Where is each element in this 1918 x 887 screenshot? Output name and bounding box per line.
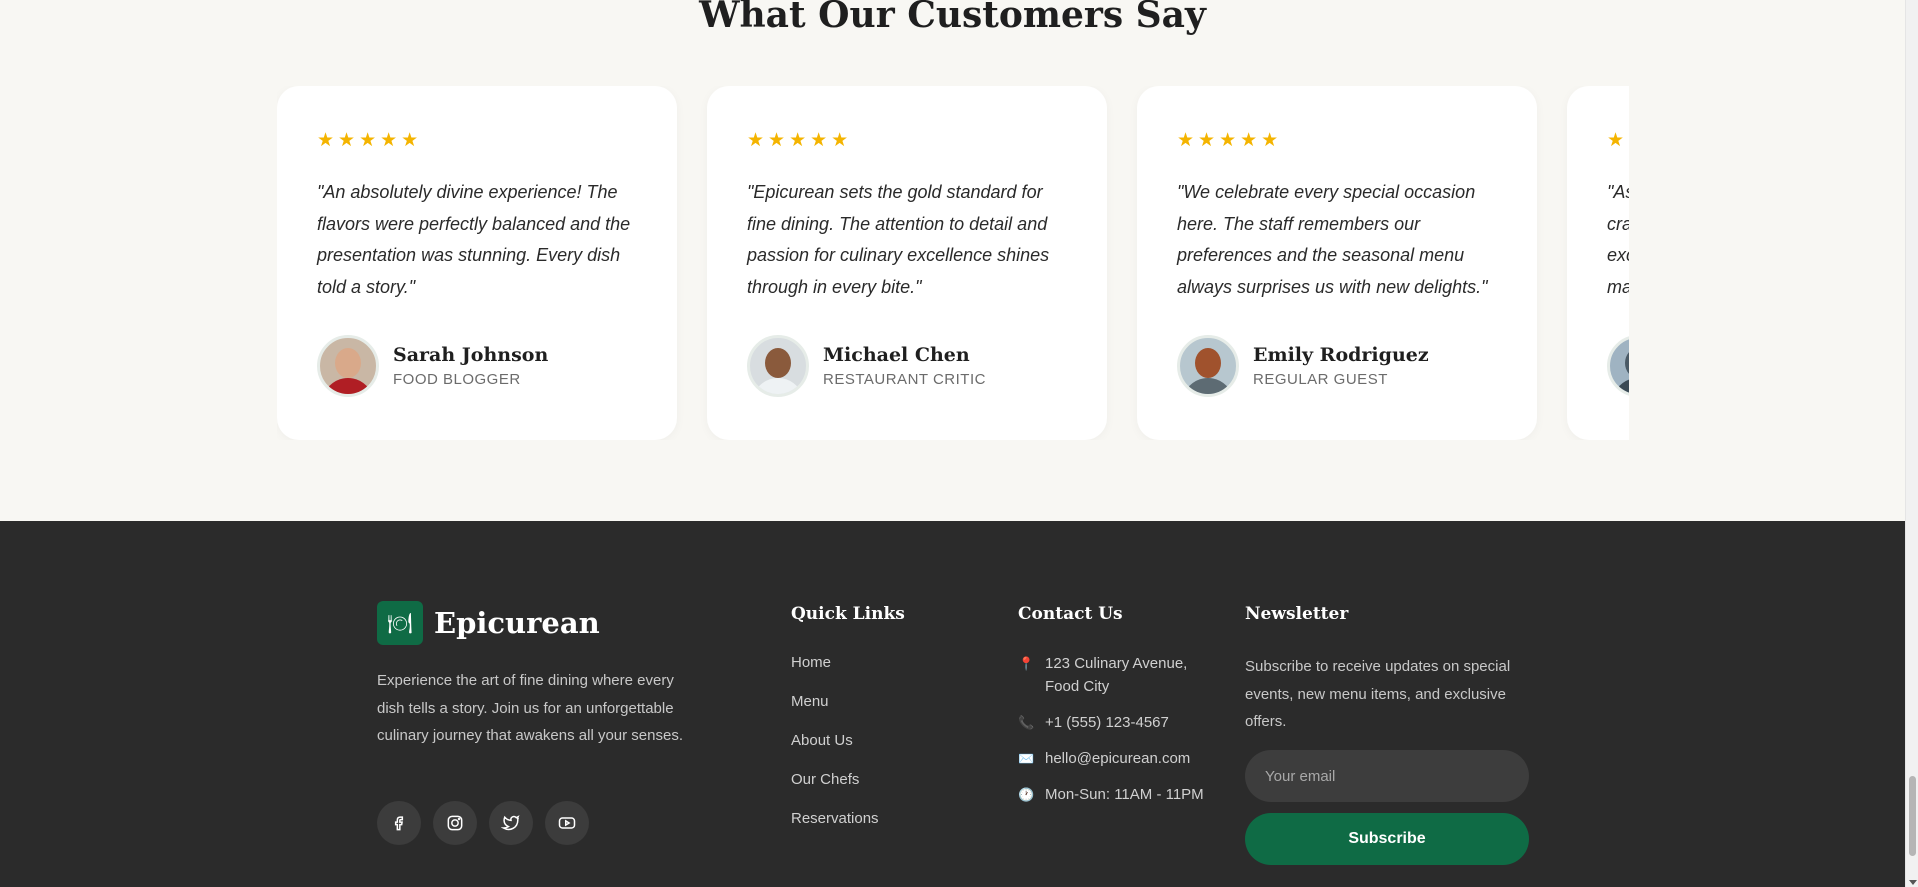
testimonial-author [1607,335,1629,397]
star-rating: ★★★★★ [747,130,853,151]
twitter-icon[interactable] [489,801,533,845]
page-scrollbar[interactable] [1905,0,1918,887]
avatar [1607,335,1629,397]
site-footer: 🍽 Epicurean Experience the art of fine d… [0,521,1905,887]
author-role: REGULAR GUEST [1253,371,1388,388]
footer-link-home[interactable]: Home [791,654,879,693]
contact-title: Contact Us [1018,604,1123,624]
email-field[interactable] [1245,750,1529,802]
testimonial-quote: "An absolutely divine experience! The fl… [317,182,631,297]
author-role: RESTAURANT CRITIC [823,371,986,388]
author-role: FOOD BLOGGER [393,371,521,388]
footer-link-reservations[interactable]: Reservations [791,810,879,849]
author-name: Emily Rodriguez [1253,344,1429,366]
testimonials-section: What Our Customers Say ★★★★★ "An absolut… [0,0,1905,521]
facebook-icon[interactable] [377,801,421,845]
testimonial-author: Emily Rodriguez REGULAR GUEST [1177,335,1497,397]
footer-link-about[interactable]: About Us [791,732,879,771]
contact-address: 📍 123 Culinary Avenue, Food City [1018,652,1218,698]
section-title: What Our Customers Say [699,0,1206,36]
testimonial-carousel[interactable]: ★★★★★ "An absolutely divine experience! … [277,86,1629,440]
brand-name: Epicurean [434,606,600,640]
plate-cutlery-icon: 🍽 [377,601,423,645]
instagram-icon[interactable] [433,801,477,845]
contact-email[interactable]: ✉️ hello@epicurean.com [1018,747,1218,770]
testimonial-quote: "As cra exc ma [1607,182,1629,297]
testimonial-quote: "Epicurean sets the gold standard for fi… [747,182,1050,297]
testimonial-card: ★★★★★ "We celebrate every special occasi… [1137,86,1537,440]
author-name: Sarah Johnson [393,344,549,366]
avatar [747,335,809,397]
testimonial-card: ★★★★★ "Epicurean sets the gold standard … [707,86,1107,440]
envelope-icon: ✉️ [1018,751,1035,766]
newsletter-description: Subscribe to receive updates on special … [1245,658,1511,730]
scroll-down-arrow-icon[interactable] [1909,880,1917,885]
location-pin-icon: 📍 [1018,656,1035,671]
star-rating: ★★★★★ [1177,130,1283,151]
testimonial-quote: "We celebrate every special occasion her… [1177,182,1488,297]
quick-links: Home Menu About Us Our Chefs Reservation… [791,654,879,849]
scrollbar-thumb[interactable] [1909,776,1916,856]
star-rating: ★★★★★ [1607,130,1629,151]
subscribe-button[interactable]: Subscribe [1245,813,1529,865]
contact-hours: 🕐 Mon-Sun: 11AM - 11PM [1018,783,1218,806]
footer-link-menu[interactable]: Menu [791,693,879,732]
social-links [377,801,589,845]
testimonial-card: ★★★★★ "As cra exc ma [1567,86,1629,440]
author-name: Michael Chen [823,344,970,366]
contact-info: 📍 123 Culinary Avenue, Food City 📞 +1 (5… [1018,652,1218,819]
brand-description: Experience the art of fine dining where … [377,672,683,744]
newsletter-title: Newsletter [1245,604,1349,624]
testimonial-author: Sarah Johnson FOOD BLOGGER [317,335,637,397]
avatar [317,335,379,397]
footer-link-chefs[interactable]: Our Chefs [791,771,879,810]
testimonial-card: ★★★★★ "An absolutely divine experience! … [277,86,677,440]
quick-links-title: Quick Links [791,604,905,624]
clock-icon: 🕐 [1018,787,1035,802]
testimonial-author: Michael Chen RESTAURANT CRITIC [747,335,1067,397]
avatar [1177,335,1239,397]
contact-phone[interactable]: 📞 +1 (555) 123-4567 [1018,711,1218,734]
youtube-icon[interactable] [545,801,589,845]
star-rating: ★★★★★ [317,130,423,151]
footer-brand[interactable]: 🍽 Epicurean [377,601,600,645]
phone-icon: 📞 [1018,715,1035,730]
